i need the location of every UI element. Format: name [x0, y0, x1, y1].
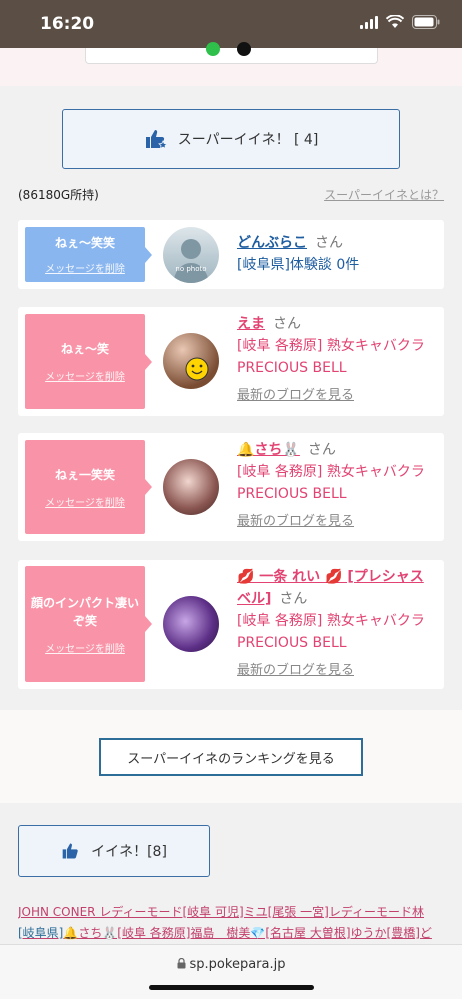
ranking-button[interactable]: スーパーイイネのランキングを見る — [99, 738, 363, 776]
sender-name-link[interactable]: 💋 一条 れい 💋 [プレシャスベル] — [237, 569, 424, 607]
shop-area: [岐阜 各務原] 熟女キャバクラ — [237, 338, 425, 354]
status-bar: 16:20 — [0, 0, 462, 48]
latest-blog-link[interactable]: 最新のブログを見る — [237, 660, 354, 682]
honorific: さん — [279, 591, 308, 607]
sender-name-link[interactable]: えま — [237, 316, 265, 332]
delete-message-link[interactable]: メッセージを削除 — [45, 494, 125, 509]
battery-icon — [412, 15, 440, 29]
delete-message-link[interactable]: メッセージを削除 — [45, 640, 125, 655]
sender-info: 🔔さち🐰 さん [岐阜 各務原] 熟女キャバクラ PRECIOUS BELL 最新… — [237, 439, 436, 533]
black-dot-icon — [237, 42, 251, 56]
message-badge: ねぇ〜笑笑 メッセージを削除 — [25, 227, 152, 282]
sender-name-link[interactable]: 🔔さち🐰 — [237, 442, 300, 458]
sender-area: [岐阜県]体験談 0件 — [237, 257, 360, 273]
shop-area: [岐阜 各務原] 熟女キャバクラ — [237, 464, 425, 480]
message-card: 顔のインパクト凄いぞ笑 メッセージを削除 💋 一条 れい 💋 [プレシャスベル]… — [18, 560, 444, 689]
super-thumbs-up-icon — [145, 130, 168, 150]
home-indicator[interactable] — [149, 985, 314, 990]
message-badge: ねぇ〜笑 メッセージを削除 — [25, 314, 152, 409]
wifi-icon — [386, 15, 404, 28]
avatar[interactable]: no photo — [163, 227, 219, 283]
shop-area: [岐阜 各務原] 熟女キャバクラ — [237, 613, 425, 629]
liker-link-line[interactable]: 🔔さち🐰[岐阜 各務原]福島 樹美💎[名古屋 大曽根]ゆうか[豊橋]ど — [63, 926, 432, 940]
message-card: ねぇ〜笑 メッセージを削除 えま さん [岐阜 各務原] 熟女キャバクラ PREC… — [18, 307, 444, 416]
liker-link-line[interactable]: JOHN CONER レディーモード[岐阜 可児]ミユ[尾張 一宮]レディーモー… — [18, 902, 444, 923]
message-text: ねぇ一笑笑 — [54, 467, 115, 482]
no-photo-label: no photo — [175, 265, 206, 273]
browser-address-bar[interactable]: sp.pokepara.jp — [0, 944, 462, 999]
liker-links: JOHN CONER レディーモード[岐阜 可児]ミユ[尾張 一宮]レディーモー… — [18, 902, 444, 944]
clock: 16:20 — [40, 14, 95, 34]
sender-info: 💋 一条 れい 💋 [プレシャスベル] さん [岐阜 各務原] 熟女キャバクラ P… — [237, 566, 436, 682]
shop-name: PRECIOUS BELL — [237, 635, 347, 651]
honorific: さん — [273, 316, 301, 332]
honorific: さん — [307, 442, 336, 458]
no-photo-silhouette-icon: no photo — [173, 239, 209, 283]
message-text: ねぇ〜笑笑 — [54, 236, 115, 250]
shop-name: PRECIOUS BELL — [237, 486, 347, 502]
message-badge: 顔のインパクト凄いぞ笑 メッセージを削除 — [25, 566, 152, 682]
previous-card-edge — [85, 42, 378, 64]
sender-name-link[interactable]: どんぶらこ — [237, 235, 307, 251]
url-text: sp.pokepara.jp — [189, 957, 286, 972]
message-card: ねぇ〜笑笑 メッセージを削除 no photo どんぶらこ さん [岐阜県]体験談… — [18, 220, 444, 289]
liker-link[interactable]: [岐阜県] — [18, 926, 63, 940]
sender-info: えま さん [岐阜 各務原] 熟女キャバクラ PRECIOUS BELL 最新のブ… — [237, 313, 436, 407]
super-like-label: スーパーイイネ！ [ 4] — [177, 132, 319, 148]
like-label: イイネ！[8] — [91, 844, 167, 860]
avatar[interactable] — [163, 459, 219, 515]
message-text: 顔のインパクト凄いぞ笑 — [30, 595, 139, 628]
delete-message-link[interactable]: メッセージを削除 — [45, 260, 125, 275]
message-text: ねぇ〜笑 — [60, 342, 109, 356]
sender-info: どんぶらこ さん [岐阜県]体験談 0件 — [237, 232, 436, 276]
message-card: ねぇ一笑笑 メッセージを削除 🔔さち🐰 さん [岐阜 各務原] 熟女キャバクラ P… — [18, 433, 444, 541]
avatar[interactable] — [163, 333, 219, 389]
green-dot-icon — [206, 42, 220, 56]
delete-message-link[interactable]: メッセージを削除 — [45, 368, 125, 383]
cellular-signal-icon — [360, 15, 378, 29]
status-icons — [360, 15, 440, 29]
smiley-face-icon — [185, 357, 209, 381]
lock-icon — [177, 957, 186, 969]
honorific: さん — [315, 235, 343, 251]
owned-gold: (86180G所持) — [18, 188, 99, 202]
like-button[interactable]: イイネ！[8] — [18, 825, 210, 877]
super-like-help-link[interactable]: スーパーイイネとは？ — [324, 186, 444, 203]
shop-name: PRECIOUS BELL — [237, 360, 347, 376]
super-like-button[interactable]: スーパーイイネ！ [ 4] — [62, 109, 400, 169]
thumbs-up-icon — [62, 843, 78, 859]
latest-blog-link[interactable]: 最新のブログを見る — [237, 511, 354, 533]
latest-blog-link[interactable]: 最新のブログを見る — [237, 385, 354, 407]
message-badge: ねぇ一笑笑 メッセージを削除 — [25, 440, 152, 534]
avatar[interactable] — [163, 596, 219, 652]
url-display[interactable]: sp.pokepara.jp — [0, 957, 462, 972]
